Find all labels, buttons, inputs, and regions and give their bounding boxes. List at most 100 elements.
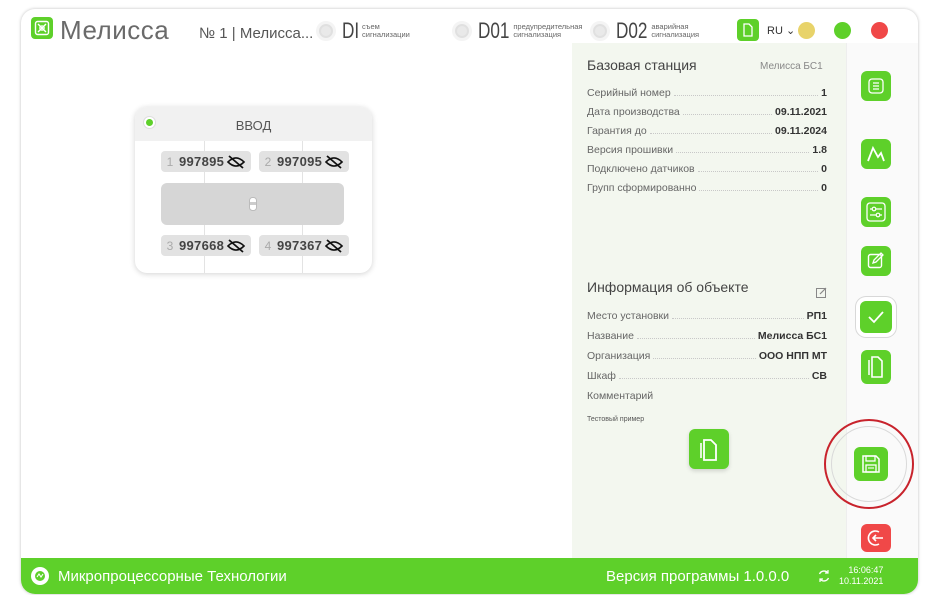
base-station-row: Групп сформированно 0	[587, 178, 827, 194]
base-station-name: Мелисса БС1	[760, 61, 823, 72]
indicator-d02: D02 аварийная сигнализация	[590, 18, 699, 44]
indicator-d01-code: D01	[478, 18, 510, 43]
report-button[interactable]	[689, 429, 729, 469]
row-value: 1	[821, 87, 827, 99]
info-panel: Базовая станция Мелисса БС1 Серийный ном…	[572, 43, 846, 558]
confirm-button[interactable]	[860, 301, 892, 333]
row-value: ООО НПП МТ	[758, 350, 827, 362]
document-button[interactable]	[861, 350, 891, 384]
object-info-title: Информация об объекте	[587, 279, 749, 295]
row-value: 09.11.2024	[775, 125, 827, 137]
exit-icon	[867, 530, 883, 546]
row-label: Шкаф	[587, 370, 616, 382]
app-window: Мелисса № 1 | Мелисса... DI съем сигнализ…	[21, 9, 918, 594]
check-icon	[868, 311, 884, 324]
indicator-d02-code: D02	[616, 18, 648, 43]
row-value: 09.11.2021	[775, 106, 827, 118]
sensor-number: 2	[264, 154, 272, 169]
row-value: СВ	[811, 370, 827, 382]
list-button[interactable]	[861, 71, 891, 101]
indicator-di: DI съем сигнализации	[316, 18, 410, 44]
connector-block	[161, 183, 344, 225]
sensor-4[interactable]: 4 997367	[259, 235, 349, 256]
base-station-row: Гарантия до 09.11.2024	[587, 121, 827, 137]
sensor-1[interactable]: 1 997895	[161, 151, 251, 172]
language-select[interactable]: RU ⌄	[767, 24, 795, 37]
program-version: Версия программы 1.0.0.0	[606, 568, 790, 585]
row-value: 1.8	[812, 144, 827, 156]
indicator-di-code: DI	[342, 18, 360, 43]
object-info-row: Организация ООО НПП МТ	[587, 346, 827, 362]
comment-row: Комментарий	[587, 386, 827, 402]
sync-icon[interactable]	[817, 569, 831, 588]
clock-date: 10.11.2021	[839, 576, 884, 586]
row-label: Название	[587, 330, 634, 342]
sensor-value: 997095	[277, 154, 323, 169]
settings-icon	[866, 202, 886, 222]
clock: 16:06:47 10.11.2021	[839, 565, 883, 587]
settings-button[interactable]	[861, 197, 891, 227]
base-station-row: Версия прошивки 1.8	[587, 140, 827, 156]
eye-off-icon	[325, 154, 344, 169]
save-icon	[862, 455, 880, 473]
indicator-d01-desc2: сигнализация	[513, 30, 562, 39]
sensor-2[interactable]: 2 997095	[259, 151, 349, 172]
file-icon	[743, 23, 753, 37]
edit-button[interactable]	[861, 246, 891, 276]
eye-off-icon	[227, 154, 246, 169]
base-station-row: Серийный номер 1	[587, 83, 827, 99]
indicator-di-desc2: сигнализации	[362, 30, 410, 39]
base-station-row: Дата производства 09.11.2021	[587, 102, 827, 118]
app-name: Мелисса	[60, 15, 170, 45]
list-icon	[868, 78, 884, 94]
fuse-icon	[248, 197, 257, 211]
sensor-value: 997895	[179, 154, 225, 169]
sensor-value: 997367	[277, 238, 323, 253]
object-title[interactable]: № 1 | Мелисса...	[199, 25, 313, 42]
indicator-d01-led	[452, 21, 472, 41]
indicator-d01: D01 предупредительная сигнализация	[452, 18, 582, 44]
close-button[interactable]	[871, 22, 888, 39]
indicator-di-led	[316, 21, 336, 41]
company-logo-icon	[31, 567, 49, 585]
row-value: 0	[821, 163, 827, 175]
row-label: Серийный номер	[587, 87, 671, 99]
document-icon	[868, 356, 883, 378]
device-card[interactable]: ВВОД 1 997895 2 997095 3 997668 4 997367	[135, 107, 372, 273]
base-station-row: Подключено датчиков 0	[587, 159, 827, 175]
row-value: Мелисса БС1	[757, 330, 827, 342]
sensor-number: 3	[166, 238, 174, 253]
comment-value: Тестовый пример	[587, 416, 645, 423]
maximize-button[interactable]	[834, 22, 851, 39]
eye-off-icon	[325, 238, 344, 253]
chevron-down-icon: ⌄	[785, 25, 796, 37]
save-button[interactable]	[854, 447, 888, 481]
edit-icon	[867, 252, 884, 269]
chart-button[interactable]	[861, 139, 891, 169]
comment-label: Комментарий	[587, 390, 654, 402]
device-title: ВВОД	[235, 118, 272, 133]
row-label: Дата производства	[587, 106, 680, 118]
footer: Микропроцессорные Технологии Версия прог…	[21, 558, 918, 594]
indicator-d02-desc2: сигнализация	[651, 30, 700, 39]
clock-time: 16:06:47	[848, 565, 884, 575]
row-label: Подключено датчиков	[587, 163, 695, 175]
eye-off-icon	[227, 238, 246, 253]
sensor-3[interactable]: 3 997668	[161, 235, 251, 256]
sensor-value: 997668	[179, 238, 225, 253]
sensor-number: 4	[264, 238, 272, 253]
document-icon	[700, 439, 717, 461]
app-logo-icon	[31, 17, 53, 39]
row-value: РП1	[806, 310, 827, 322]
file-button[interactable]	[737, 19, 759, 41]
row-label: Место установки	[587, 310, 669, 322]
row-label: Групп сформированно	[587, 182, 697, 194]
language-label: RU	[767, 25, 783, 37]
row-value: 0	[821, 182, 827, 194]
pencil-icon	[816, 287, 827, 298]
chart-icon	[867, 145, 885, 162]
exit-button[interactable]	[861, 524, 891, 552]
object-info-row: Название Мелисса БС1	[587, 326, 827, 342]
edit-object-button[interactable]	[816, 285, 827, 303]
minimize-button[interactable]	[798, 22, 815, 39]
